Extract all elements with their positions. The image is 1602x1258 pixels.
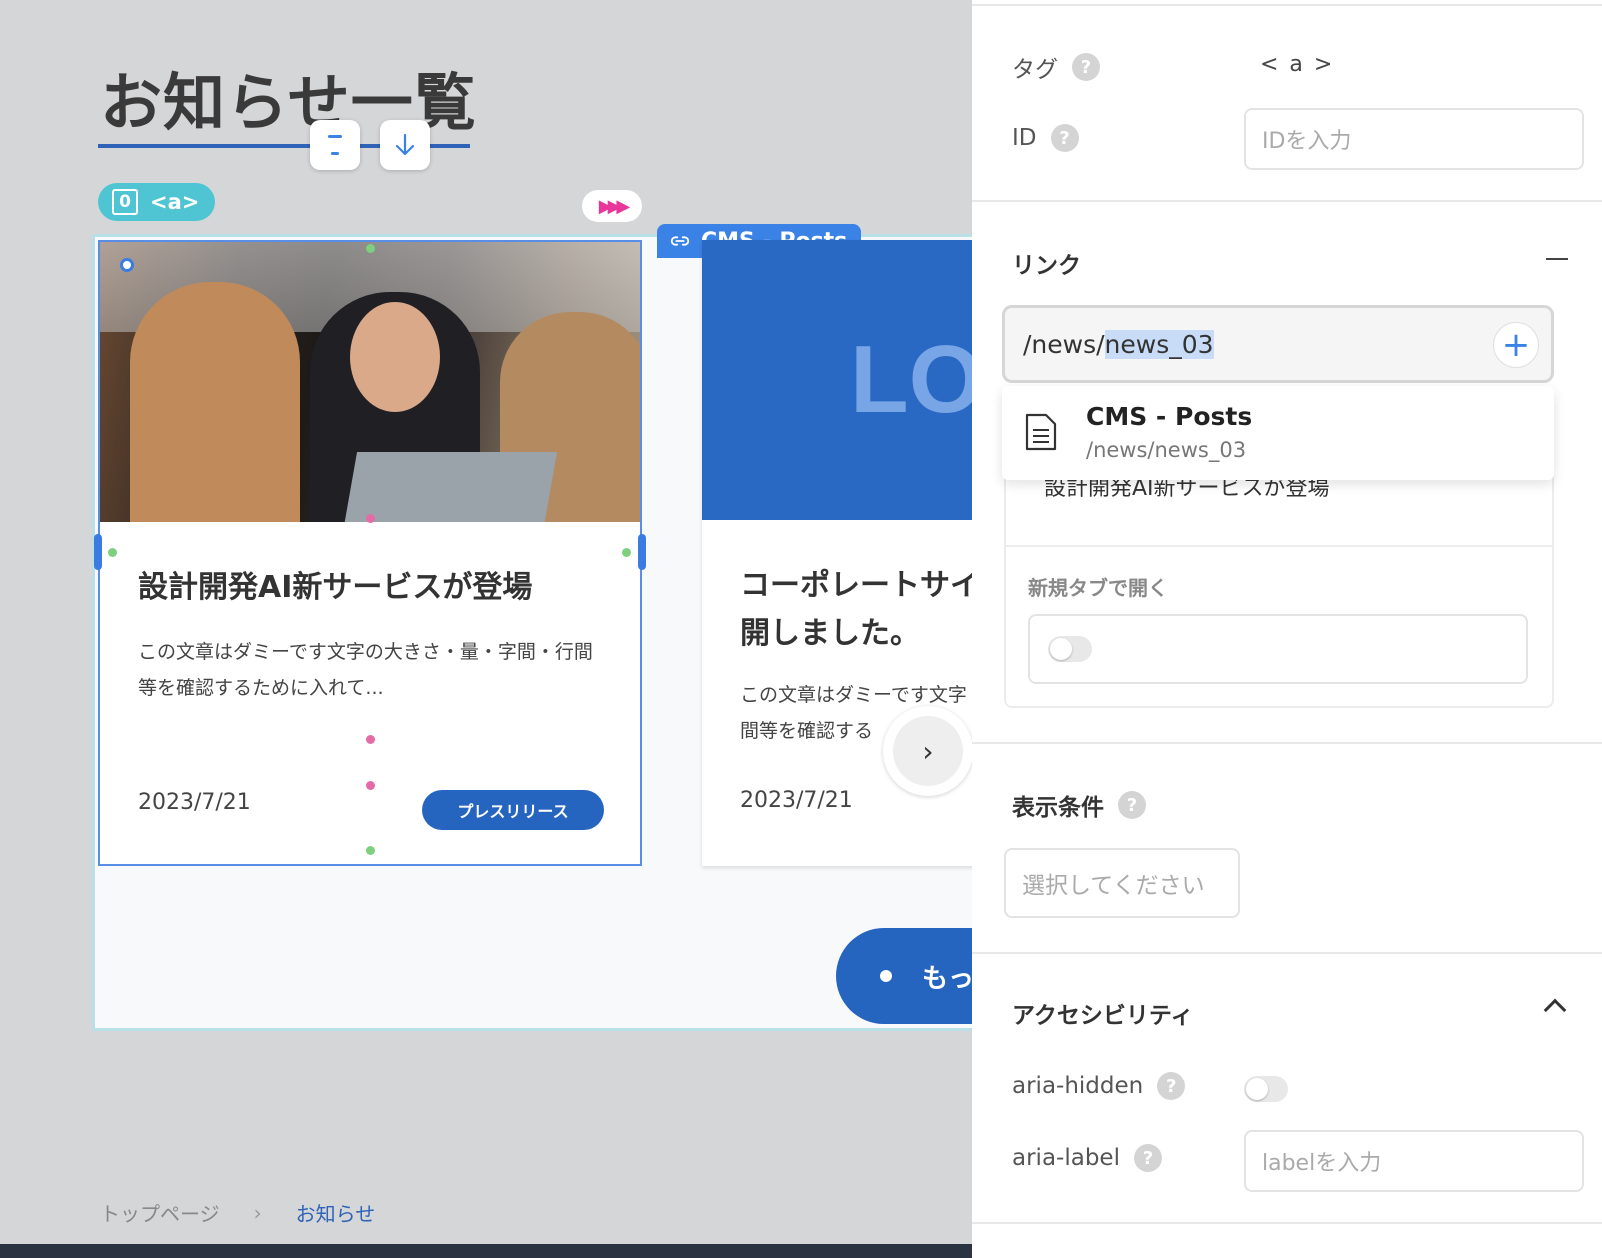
breadcrumb-current[interactable]: お知らせ xyxy=(296,1198,376,1227)
link-prefix: /news/ xyxy=(1023,329,1105,359)
card-title: 設計開発AI新サービスが登場 xyxy=(138,570,533,605)
link-icon xyxy=(670,236,690,246)
aria-hidden-toggle[interactable] xyxy=(1244,1076,1288,1102)
condition-label: 表示条件 ? xyxy=(1012,788,1146,822)
tag-value: < a > xyxy=(1260,52,1335,77)
newtab-label: 新規タブで開く xyxy=(1028,576,1168,600)
editor-canvas[interactable]: お知らせ一覧 0 <a> ▶▶▶ CMS - Posts 設計開発AI新サービス… xyxy=(0,0,972,1258)
tag-label: タグ ? xyxy=(1012,50,1100,84)
resize-handle[interactable] xyxy=(108,548,117,557)
chevron-up-icon[interactable] xyxy=(1543,998,1567,1022)
newtab-field xyxy=(1028,614,1528,684)
divider xyxy=(972,200,1602,202)
tag-name: <a> xyxy=(150,190,200,214)
divider xyxy=(972,1222,1602,1224)
tag-index: 0 xyxy=(112,189,138,215)
resize-handle[interactable] xyxy=(366,244,375,253)
suggestion-path: /news/news_03 xyxy=(1086,438,1247,462)
link-section-label: リンク xyxy=(1012,253,1081,279)
anchor-handle[interactable] xyxy=(120,258,134,272)
resize-handle[interactable] xyxy=(622,548,631,557)
id-input[interactable]: IDを入力 xyxy=(1244,108,1584,170)
card-title: コーポレートサイル公開しました。 xyxy=(740,568,972,651)
move-down-button[interactable] xyxy=(380,120,430,170)
card-logo-image: LO xyxy=(702,240,972,520)
aria-label-label: aria-label ? xyxy=(1012,1144,1162,1172)
newtab-toggle[interactable] xyxy=(1048,636,1092,662)
spacing-handle[interactable] xyxy=(366,781,375,790)
bullet-icon xyxy=(880,970,892,982)
card-photo xyxy=(100,242,640,522)
id-label: ID ? xyxy=(1012,124,1079,152)
news-card[interactable]: 設計開発AI新サービスが登場 この文章はダミーです文字の大きさ・量・字間・行間等… xyxy=(98,240,642,866)
selected-tag-badge[interactable]: 0 <a> xyxy=(98,183,216,221)
help-icon[interactable]: ? xyxy=(1072,53,1100,81)
more-button-label: もっ xyxy=(922,963,972,994)
aria-hidden-label: aria-hidden ? xyxy=(1012,1072,1186,1100)
divider xyxy=(972,4,1602,6)
aria-label-input[interactable]: labelを入力 xyxy=(1244,1130,1584,1192)
resize-handle[interactable] xyxy=(366,846,375,855)
collapse-icon[interactable] xyxy=(1546,258,1568,260)
help-icon[interactable]: ? xyxy=(1050,124,1079,152)
animation-icon[interactable]: ▶▶▶ xyxy=(582,190,642,222)
condition-select[interactable]: 選択してください xyxy=(1004,848,1240,918)
breadcrumb-home[interactable]: トップページ xyxy=(100,1198,220,1227)
divider xyxy=(1004,545,1554,547)
help-icon[interactable]: ? xyxy=(1133,1144,1162,1172)
card-date: 2023/7/21 xyxy=(740,788,853,813)
align-center-button[interactable] xyxy=(310,120,360,170)
card-description: この文章はダミーです文字の大きさ・量・字間・行間等を確認するために入れて... xyxy=(138,641,593,699)
chevron-right-icon: › xyxy=(893,716,963,786)
divider xyxy=(972,952,1602,954)
plus-icon: + xyxy=(1501,325,1531,365)
side-resize-handle[interactable] xyxy=(638,534,646,570)
accessibility-label: アクセシビリティ xyxy=(1012,1003,1194,1029)
chevron-right-icon: › xyxy=(253,1200,262,1225)
add-link-button[interactable]: + xyxy=(1493,322,1539,368)
resize-handle[interactable] xyxy=(366,514,375,523)
suggestion-title: CMS - Posts xyxy=(1086,402,1253,431)
help-icon[interactable]: ? xyxy=(1157,1072,1186,1100)
more-button[interactable]: もっ xyxy=(836,928,972,1024)
document-icon xyxy=(1025,413,1057,451)
arrow-down-icon xyxy=(395,133,415,156)
footer-strip xyxy=(0,1244,972,1258)
side-resize-handle[interactable] xyxy=(94,534,102,570)
carousel-next-button[interactable]: › xyxy=(883,706,972,796)
properties-panel: タグ ? < a > ID ? IDを入力 リンク 設計開発AI新サービスが登場… xyxy=(972,0,1602,1258)
link-input[interactable]: /news/news_03 + xyxy=(1002,305,1554,383)
card-date: 2023/7/21 xyxy=(138,790,251,815)
spacing-handle[interactable] xyxy=(366,735,375,744)
divider xyxy=(972,742,1602,744)
breadcrumb: トップページ › お知らせ xyxy=(100,1198,375,1227)
align-center-icon xyxy=(328,135,342,155)
link-suggestion-item[interactable]: CMS - Posts /news/news_03 xyxy=(1002,386,1554,480)
link-selected-text: news_03 xyxy=(1104,329,1214,359)
card-category-tag[interactable]: プレスリリース xyxy=(422,790,604,830)
help-icon[interactable]: ? xyxy=(1118,791,1146,819)
